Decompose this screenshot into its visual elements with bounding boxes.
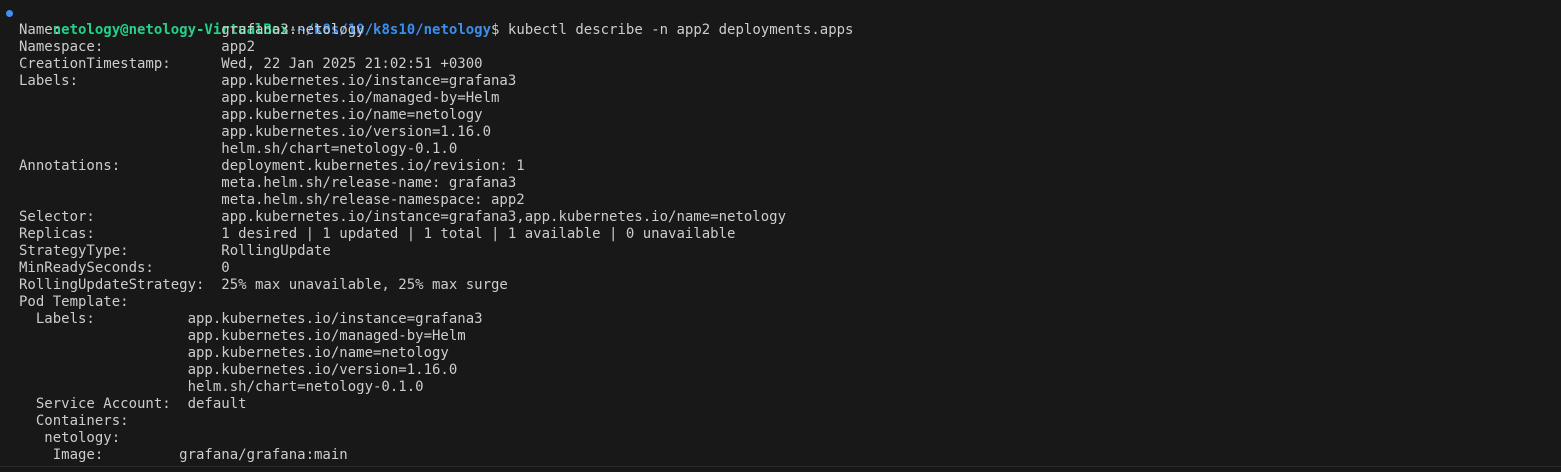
output-line: Namespace: app2 [19, 39, 256, 55]
output-line: Selector: app.kubernetes.io/instance=gra… [19, 209, 787, 225]
output-line: meta.helm.sh/release-name: grafana3 [19, 175, 517, 191]
output-line: Annotations: deployment.kubernetes.io/re… [19, 158, 525, 174]
output-line: app.kubernetes.io/name=netology [19, 107, 483, 123]
output-line: app.kubernetes.io/version=1.16.0 [19, 362, 458, 378]
output-line: app.kubernetes.io/managed-by=Helm [19, 328, 466, 344]
output-line: Name: grafana3-netology [19, 22, 365, 38]
output-line: Labels: app.kubernetes.io/instance=grafa… [19, 311, 483, 327]
output-line: app.kubernetes.io/managed-by=Helm [19, 90, 500, 106]
output-line: Containers: [19, 413, 129, 429]
output-line: helm.sh/chart=netology-0.1.0 [19, 141, 458, 157]
terminal-output[interactable]: netology@netology-VirtualBox:~/k8s/10/k8… [0, 5, 1561, 467]
output-line: MinReadySeconds: 0 [19, 260, 230, 276]
output-line: CreationTimestamp: Wed, 22 Jan 2025 21:0… [19, 56, 483, 72]
output-line: Replicas: 1 desired | 1 updated | 1 tota… [19, 226, 736, 242]
output-line: StrategyType: RollingUpdate [19, 243, 331, 259]
output-line: RollingUpdateStrategy: 25% max unavailab… [19, 277, 508, 293]
terminal-bottom-divider [0, 466, 1561, 467]
output-line: netology: [19, 430, 121, 446]
command-status-icon [6, 10, 13, 17]
output-line: helm.sh/chart=netology-0.1.0 [19, 379, 424, 395]
output-line: app.kubernetes.io/name=netology [19, 345, 449, 361]
command-line: netology@netology-VirtualBox:~/k8s/10/k8… [0, 5, 1561, 38]
output-line: Image: grafana/grafana:main [19, 447, 348, 463]
output-line: Service Account: default [19, 396, 247, 412]
output-line: app.kubernetes.io/version=1.16.0 [19, 124, 492, 140]
output-line: meta.helm.sh/release-namespace: app2 [19, 192, 525, 208]
output-line: Pod Template: [19, 294, 129, 310]
output-line: Labels: app.kubernetes.io/instance=grafa… [19, 73, 517, 89]
